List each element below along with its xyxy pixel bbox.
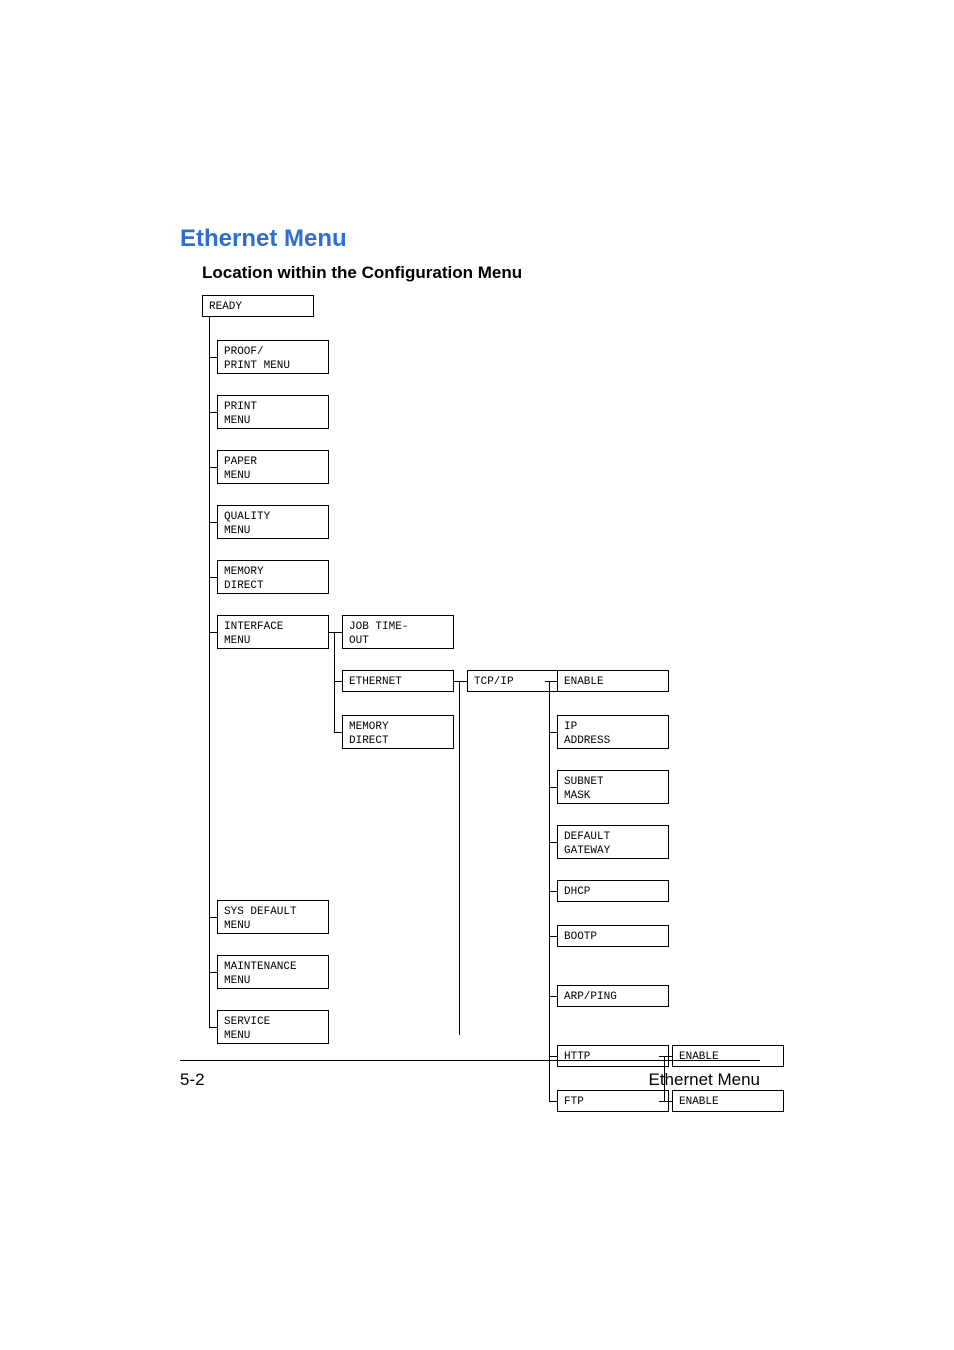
page-title: Ethernet Menu: [180, 225, 780, 253]
footer: 5-2 Ethernet Menu: [180, 1070, 760, 1090]
sys-default-menu: SYS DEFAULT MENU: [217, 900, 329, 934]
subnet-mask: SUBNET MASK: [557, 770, 669, 804]
menu-diagram: READY PROOF/ PRINT MENU PRINT MENU PAPER…: [202, 295, 802, 1035]
stub: [549, 787, 557, 788]
http: HTTP: [557, 1045, 669, 1067]
stub: [549, 1056, 557, 1057]
stub: [659, 1056, 672, 1057]
print-menu: PRINT MENU: [217, 395, 329, 429]
footer-rule: [180, 1060, 760, 1061]
stub: [549, 732, 557, 733]
stub: [209, 577, 217, 578]
ftp: FTP: [557, 1090, 669, 1112]
dhcp: DHCP: [557, 880, 669, 902]
stub: [209, 357, 217, 358]
stub: [549, 842, 557, 843]
col2-vline: [334, 632, 335, 732]
stub: [545, 681, 557, 682]
stub: [334, 732, 342, 733]
stub: [549, 936, 557, 937]
paper-menu: PAPER MENU: [217, 450, 329, 484]
footer-title: Ethernet Menu: [648, 1070, 760, 1090]
stub: [549, 891, 557, 892]
content-area: Ethernet Menu Location within the Config…: [180, 225, 780, 1035]
stub: [209, 1027, 217, 1028]
ethernet: ETHERNET: [342, 670, 454, 692]
stub: [209, 467, 217, 468]
stub: [549, 996, 557, 997]
page-number: 5-2: [180, 1070, 205, 1090]
stub: [549, 1101, 557, 1102]
stub: [209, 522, 217, 523]
page-subtitle: Location within the Configuration Menu: [202, 263, 780, 283]
stub: [209, 972, 217, 973]
stub: [454, 681, 467, 682]
col1-vline: [209, 317, 210, 1027]
quality-menu: QUALITY MENU: [217, 505, 329, 539]
col3-vline: [459, 681, 460, 1035]
stub: [334, 681, 342, 682]
arp-ping: ARP/PING: [557, 985, 669, 1007]
http-enable: ENABLE: [672, 1045, 784, 1067]
maintenance-menu: MAINTENANCE MENU: [217, 955, 329, 989]
proof-print-menu: PROOF/ PRINT MENU: [217, 340, 329, 374]
ip-address: IP ADDRESS: [557, 715, 669, 749]
stub: [209, 917, 217, 918]
interface-menu: INTERFACE MENU: [217, 615, 329, 649]
stub: [209, 632, 217, 633]
stub: [209, 412, 217, 413]
job-timeout: JOB TIME- OUT: [342, 615, 454, 649]
service-menu: SERVICE MENU: [217, 1010, 329, 1044]
ready-box: READY: [202, 295, 314, 317]
page: Ethernet Menu Location within the Config…: [0, 0, 954, 1350]
stub: [659, 1101, 672, 1102]
enable: ENABLE: [557, 670, 669, 692]
default-gateway: DEFAULT GATEWAY: [557, 825, 669, 859]
stub: [329, 632, 342, 633]
ftp-enable: ENABLE: [672, 1090, 784, 1112]
memory-direct-sub: MEMORY DIRECT: [342, 715, 454, 749]
memory-direct-menu: MEMORY DIRECT: [217, 560, 329, 594]
bootp: BOOTP: [557, 925, 669, 947]
